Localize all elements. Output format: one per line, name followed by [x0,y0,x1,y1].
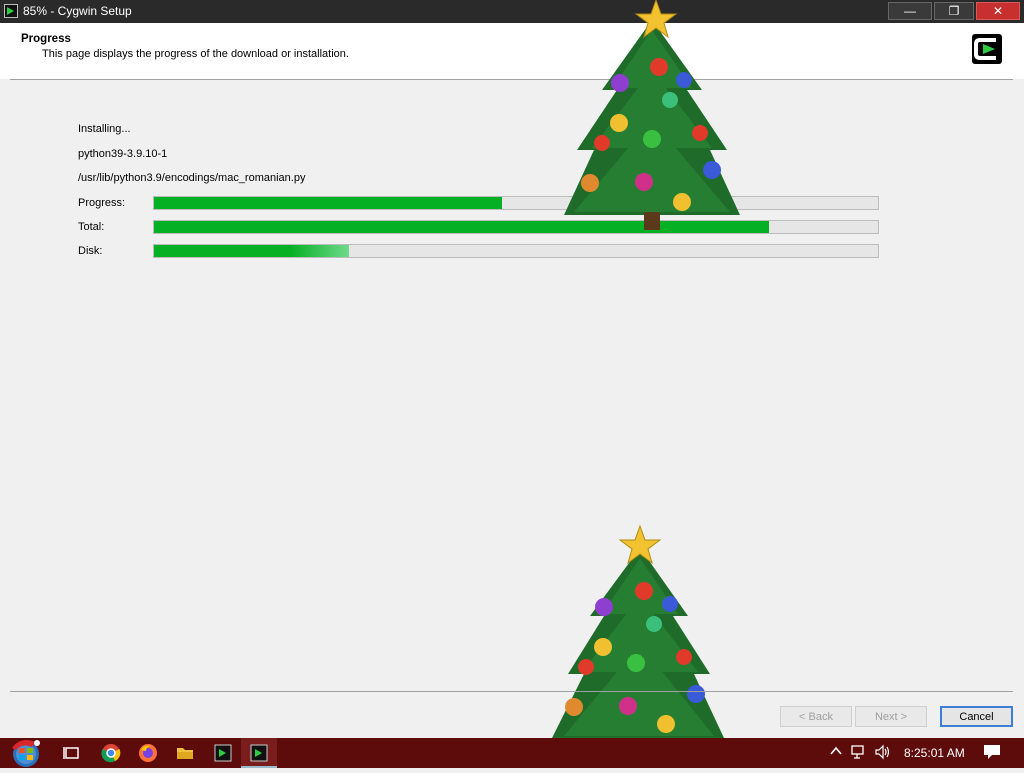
christmas-tree-icon [564,0,740,230]
cancel-button[interactable]: Cancel [940,706,1013,727]
cygwin-app-icon[interactable] [4,4,18,18]
disk-bar [153,244,879,258]
total-bar [153,220,879,234]
close-button[interactable]: ✕ [976,2,1020,20]
next-button[interactable]: Next > [855,706,927,727]
cygwin-setup-icon[interactable] [249,743,269,763]
current-file: /usr/lib/python3.9/encodings/mac_romania… [78,172,306,184]
progress-bar-fill [154,197,502,209]
maximize-button[interactable]: ❐ [934,2,974,20]
cygwin-terminal-icon[interactable] [213,743,233,763]
file-explorer-icon[interactable] [175,743,195,763]
status-text: Installing... [78,123,131,135]
total-label: Total: [78,221,105,233]
window-title: 85% - Cygwin Setup [23,4,132,18]
notifications-icon[interactable] [983,744,1001,763]
disk-label: Disk: [78,245,103,257]
cygwin-logo-icon [970,32,1004,66]
firefox-icon[interactable] [138,743,158,763]
page-description: This page displays the progress of the d… [42,48,349,60]
package-name: python39-3.9.10-1 [78,148,168,160]
page-title: Progress [21,33,71,45]
network-icon[interactable] [851,744,869,763]
start-orb-icon[interactable] [6,738,48,768]
progress-label: Progress: [78,197,126,209]
minimize-button[interactable]: — [888,2,932,20]
chrome-icon[interactable] [101,743,121,763]
show-hidden-icons-chevron[interactable] [829,744,843,761]
header-separator [10,79,1013,80]
taskbar: 8:25:01 AM [0,738,1024,768]
disk-bar-fill [154,245,350,257]
task-view-icon[interactable] [62,743,82,763]
back-button[interactable]: < Back [780,706,852,727]
title-bar[interactable]: 85% - Cygwin Setup — ❐ ✕ [0,0,1024,23]
progress-bar [153,196,879,210]
wizard-header: Progress This page displays the progress… [0,23,1024,79]
taskbar-clock[interactable]: 8:25:01 AM [904,746,965,760]
christmas-tree-icon [552,524,724,738]
volume-icon[interactable] [874,744,892,763]
footer-separator [10,691,1013,692]
